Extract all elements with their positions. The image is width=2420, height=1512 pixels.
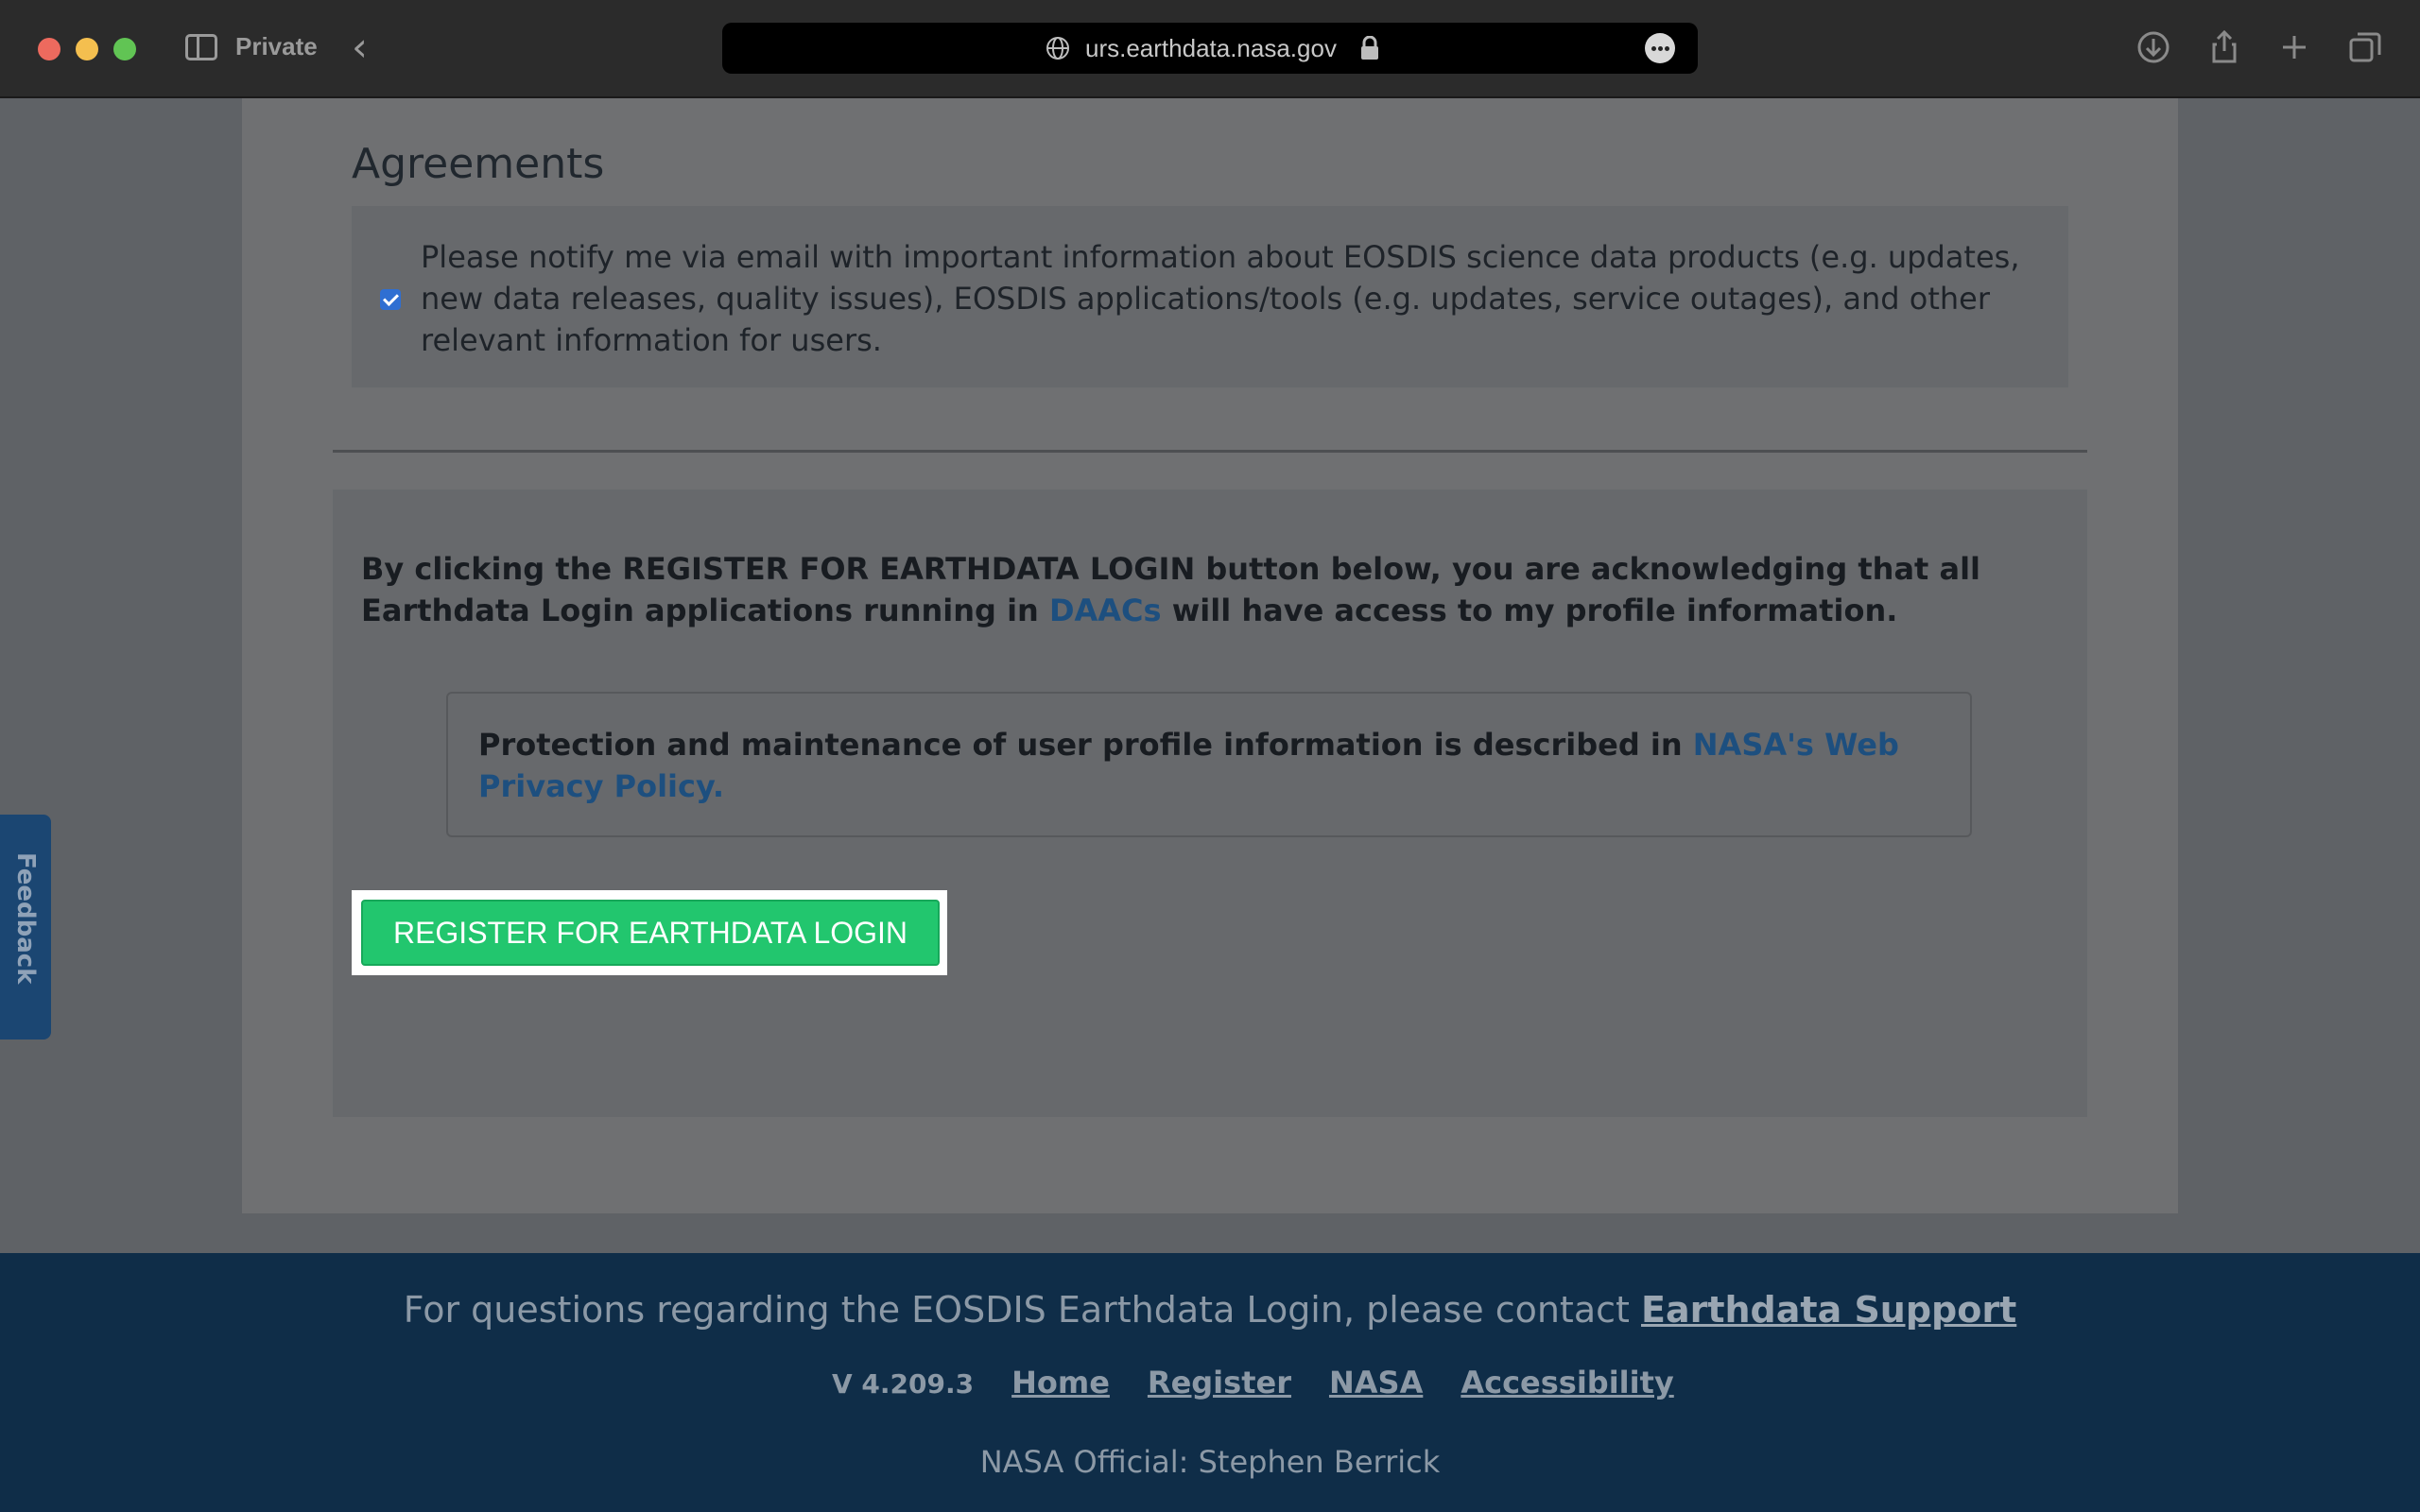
minimize-window-button[interactable] [76,38,98,60]
footer-link-home[interactable]: Home [1011,1365,1110,1400]
daacs-link[interactable]: DAACs [1049,593,1162,628]
downloads-icon[interactable] [2135,28,2172,66]
url-text: urs.earthdata.nasa.gov [1085,34,1337,62]
close-window-button[interactable] [38,38,60,60]
share-icon[interactable] [2205,28,2243,66]
acknowledgement-text: By clicking the REGISTER FOR EARTHDATA L… [361,548,2063,631]
ack-text-after: will have access to my profile informati… [1161,593,1898,628]
footer-links: V 4.209.3 Home Register NASA Accessibili… [832,1365,1712,1412]
privacy-notice-text: Protection and maintenance of user profi… [478,724,1934,807]
feedback-tab[interactable]: Feedback [0,815,51,1040]
new-tab-icon[interactable] [2275,28,2313,66]
version-label: V 4.209.3 [832,1368,975,1400]
privacy-text: Protection and maintenance of user profi… [478,727,1693,763]
address-bar[interactable]: urs.earthdata.nasa.gov [722,23,1698,74]
page-menu-icon[interactable] [1645,33,1675,63]
tab-overview-icon[interactable] [2346,28,2384,66]
feedback-label: Feedback [11,852,40,985]
globe-icon [1046,37,1069,60]
footer-link-nasa[interactable]: NASA [1329,1365,1423,1400]
footer-contact: For questions regarding the EOSDIS Earth… [0,1289,2420,1331]
zoom-window-button[interactable] [113,38,136,60]
notify-label: Please notify me via email with importan… [421,239,2020,358]
back-arrow-icon[interactable]: ‹ [352,26,368,68]
browser-toolbar: Private ‹ urs.earthdata.nasa.gov [0,0,2420,98]
register-button[interactable]: REGISTER FOR EARTHDATA LOGIN [361,900,940,966]
lock-icon [1361,36,1378,60]
earthdata-support-link[interactable]: Earthdata Support [1641,1289,2016,1331]
agreements-heading: Agreements [352,140,605,188]
section-divider [333,450,2087,453]
notify-checkbox[interactable] [380,289,401,310]
private-label: Private [235,32,318,60]
footer-link-accessibility[interactable]: Accessibility [1461,1365,1673,1400]
footer-link-register[interactable]: Register [1148,1365,1291,1400]
nasa-official: NASA Official: Stephen Berrick [979,1444,1441,1480]
contact-text: For questions regarding the EOSDIS Earth… [403,1289,1641,1331]
sidebar-icon[interactable] [185,34,217,60]
